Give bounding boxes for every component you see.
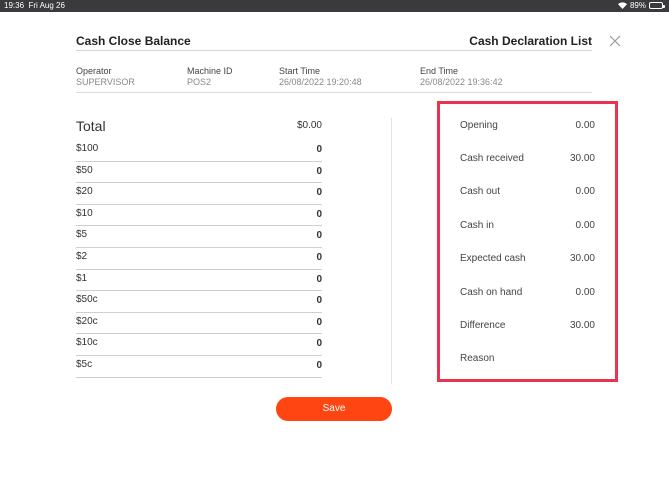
denomination-row[interactable]: $50c 0	[76, 291, 322, 313]
meta-end-time: End Time 26/08/2022 19:36:42	[420, 66, 503, 88]
denomination-row[interactable]: $20c 0	[76, 313, 322, 335]
meta-operator: Operator SUPERVISOR	[76, 66, 135, 88]
summary-label: Reason	[460, 353, 495, 364]
cash-close-balance-title: Cash Close Balance	[76, 34, 191, 48]
denomination-name: $2	[76, 250, 88, 262]
denomination-list: $100 0 $50 0 $20 0 $10 0 $5 0 $2 0 $1 0 $50c 0 $…	[76, 140, 322, 378]
denomination-row[interactable]: $100 0	[76, 140, 322, 162]
meta-start-time: Start Time 26/08/2022 19:20:48	[279, 66, 362, 88]
summary-label: Expected cash	[460, 253, 526, 264]
denomination-row[interactable]: $50 0	[76, 162, 322, 184]
denomination-qty[interactable]: 0	[316, 360, 322, 371]
summary-label: Cash on hand	[460, 287, 523, 298]
denomination-qty[interactable]: 0	[316, 338, 322, 349]
status-time-date: 19:36 Fri Aug 26	[4, 1, 65, 10]
wifi-icon	[617, 2, 627, 9]
denomination-name: $20	[76, 186, 93, 198]
denomination-row[interactable]: $2 0	[76, 248, 322, 270]
summary-value: 30.00	[569, 153, 595, 164]
summary-value: 30.00	[569, 253, 595, 264]
summary-value: 0.00	[575, 287, 595, 298]
divider	[76, 92, 592, 93]
summary-label: Cash in	[460, 220, 494, 231]
total-value: $0.00	[296, 120, 322, 131]
denomination-row[interactable]: $5c 0	[76, 356, 322, 378]
denomination-name: $100	[76, 143, 99, 154]
denomination-qty[interactable]: 0	[316, 252, 322, 263]
save-button[interactable]: Save	[276, 397, 392, 421]
cash-summary-panel: Opening 0.00 Cash received 30.00 Cash out 0…	[437, 101, 618, 382]
denomination-name: $1	[76, 272, 88, 284]
battery-percent: 89%	[629, 1, 646, 10]
denomination-name: $5c	[76, 358, 93, 370]
summary-value: 0.00	[575, 186, 595, 197]
denomination-row[interactable]: $10 0	[76, 205, 322, 227]
denomination-name: $50	[76, 164, 93, 176]
meta-label: End Time	[420, 66, 459, 76]
status-bar: 19:36 Fri Aug 26 89%	[0, 0, 669, 12]
column-divider	[391, 118, 392, 384]
summary-value: 30.00	[569, 320, 595, 331]
summary-value: 0.00	[575, 220, 595, 231]
denomination-row[interactable]: $20 0	[76, 183, 322, 205]
denomination-row[interactable]: $5 0	[76, 226, 322, 248]
denomination-row[interactable]: $1 0	[76, 270, 322, 292]
denomination-qty[interactable]: 0	[316, 144, 322, 155]
denomination-qty[interactable]: 0	[316, 187, 322, 198]
meta-label: Start Time	[279, 66, 321, 76]
denomination-qty[interactable]: 0	[316, 274, 322, 285]
battery-icon	[649, 2, 665, 9]
meta-value: POS2	[187, 77, 212, 87]
denomination-name: $50c	[76, 294, 98, 306]
summary-value: 0.00	[575, 120, 595, 131]
denomination-qty[interactable]: 0	[316, 166, 322, 177]
meta-label: Operator	[76, 66, 112, 76]
status-date: Fri Aug 26	[28, 1, 65, 10]
summary-label: Opening	[460, 120, 498, 131]
denomination-qty[interactable]: 0	[316, 317, 322, 328]
denomination-row[interactable]: $10c 0	[76, 334, 322, 356]
meta-value: SUPERVISOR	[76, 77, 135, 87]
denomination-qty[interactable]: 0	[316, 295, 322, 306]
meta-value: 26/08/2022 19:20:48	[279, 77, 362, 87]
modal-header: Cash Close Balance Cash Declaration List	[76, 34, 592, 51]
summary-label: Difference	[460, 320, 506, 331]
summary-label: Cash received	[460, 153, 524, 164]
denomination-name: $10	[76, 207, 93, 219]
denomination-name: $20c	[76, 315, 98, 327]
status-time: 19:36	[4, 1, 25, 10]
total-label: Total	[76, 118, 106, 134]
denomination-name: $5	[76, 229, 88, 241]
meta-machine-id: Machine ID POS2	[187, 66, 233, 88]
meta-value: 26/08/2022 19:36:42	[420, 77, 503, 87]
cash-declaration-list-title[interactable]: Cash Declaration List	[469, 34, 592, 48]
summary-label: Cash out	[460, 186, 501, 197]
denomination-name: $10c	[76, 337, 98, 349]
close-icon[interactable]	[608, 34, 622, 48]
denomination-qty[interactable]: 0	[316, 209, 322, 220]
denomination-qty[interactable]: 0	[316, 230, 322, 241]
status-right: 89%	[617, 1, 665, 10]
meta-label: Machine ID	[187, 66, 233, 76]
